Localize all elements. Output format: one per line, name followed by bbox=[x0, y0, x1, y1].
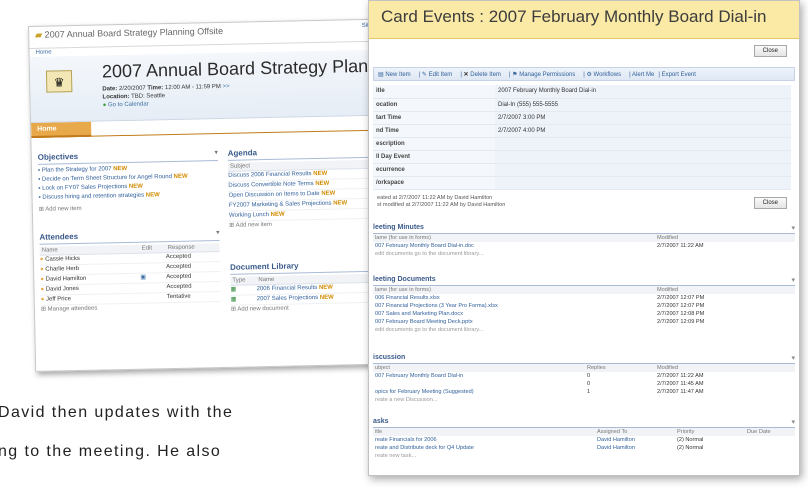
table-row[interactable]: reate Financials for 2006 David Hamilton(… bbox=[373, 436, 795, 444]
table-row[interactable]: 007 February Monthly Board Dial-in 0 2/7/2… bbox=[373, 372, 795, 380]
table-row[interactable]: 007 Sales and Marketing Plan.docx 2/7/200… bbox=[373, 310, 795, 318]
collapse-icon[interactable]: ▾ bbox=[791, 276, 795, 284]
modified-line: st modified at 2/7/2007 11:22 AM by Davi… bbox=[377, 202, 506, 208]
menu-arrow-icon[interactable]: ▾ bbox=[215, 149, 218, 158]
agenda-title: Agenda bbox=[227, 148, 258, 158]
documents-footer-link[interactable]: edit documents go to the document librar… bbox=[373, 326, 655, 334]
event-title: Card Events : 2007 February Monthly Boar… bbox=[369, 1, 799, 39]
calendar-event-screenshot: Card Events : 2007 February Monthly Boar… bbox=[368, 0, 800, 476]
new-item-button[interactable]: ▤ New Item bbox=[378, 72, 415, 78]
table-row[interactable]: 007 Financial Projections (3 Year Pro Fo… bbox=[373, 302, 795, 310]
close-button-bottom[interactable]: Close bbox=[753, 197, 787, 209]
created-line: eated at 2/7/2007 11:22 AM by David Hami… bbox=[377, 195, 493, 201]
go-to-calendar-link[interactable]: Go to Calendar bbox=[108, 101, 149, 108]
event-toolbar: ▤ New Item | ✎ Edit Item | ✕ Delete Item | … bbox=[373, 67, 795, 81]
location-value: TBD: Seattle bbox=[131, 93, 166, 100]
table-row[interactable]: reate and Distribute deck for Q4 Update D… bbox=[373, 444, 795, 452]
excel-icon: ▦ bbox=[230, 296, 237, 303]
tasks-section: asks ▾ itle Assigned To Priority Due Date re… bbox=[373, 418, 795, 460]
meeting-minutes-title: leeting Minutes bbox=[373, 224, 424, 231]
table-row[interactable]: 007 February Monthly Board Dial-in.doc 2/… bbox=[373, 242, 795, 250]
collapse-icon[interactable]: ▾ bbox=[791, 224, 795, 232]
table-row[interactable]: 0 2/7/2007 11:45 AM bbox=[373, 380, 795, 388]
site-logo-icon: ▰ bbox=[35, 29, 43, 40]
time-value: 12:00 AM - 11:59 PM bbox=[164, 83, 221, 92]
field-row: nd Time 2/7/2007 4:00 PM bbox=[373, 124, 791, 138]
document-library-title: Document Library bbox=[230, 261, 299, 272]
calendar-icon: ● bbox=[102, 102, 107, 109]
location-label: Location: bbox=[102, 93, 130, 101]
topbar-title: 2007 Annual Board Strategy Planning Offs… bbox=[44, 25, 224, 40]
edit-item-button[interactable]: ✎ Edit Item bbox=[422, 72, 456, 78]
add-new-objective-link[interactable]: ⊞ Add new item bbox=[39, 202, 219, 215]
table-row[interactable]: 006 Financial Results.xlsx 2/7/2007 12:07… bbox=[373, 294, 795, 302]
field-row: escription bbox=[373, 137, 791, 151]
collapse-icon[interactable]: ▾ bbox=[791, 354, 795, 362]
discussion-footer-link[interactable]: reate a new Discussion... bbox=[373, 396, 585, 404]
excel-icon: ▦ bbox=[230, 286, 237, 293]
close-button-top[interactable]: Close bbox=[753, 45, 787, 57]
field-row: ocation Dial-In (555) 555-5555 bbox=[373, 98, 791, 112]
meeting-meta: Date: 2/20/2007 Time: 12:00 AM - 11:59 P… bbox=[102, 83, 230, 110]
workspace-header: ♛ 2007 Annual Board Strategy Planning Of… bbox=[29, 49, 407, 123]
meeting-documents-title: leeting Documents bbox=[373, 276, 436, 283]
discussion-title: iscussion bbox=[373, 354, 406, 361]
attendees-title: Attendees bbox=[39, 231, 79, 242]
delete-item-button[interactable]: ✕ Delete Item bbox=[464, 72, 505, 78]
meeting-workspace-screenshot: ▰ 2007 Annual Board Strategy Planning Of… bbox=[28, 18, 408, 372]
meeting-documents-section: leeting Documents ▾ lame (for use in form… bbox=[373, 276, 795, 334]
attendees-webpart: Attendees ▾ Name Edit Response ● Cassie H… bbox=[39, 229, 221, 315]
event-fields: itle 2007 February Monthly Board Dial-in … bbox=[373, 85, 791, 190]
time-label: Time: bbox=[147, 85, 164, 92]
tasks-title: asks bbox=[373, 418, 389, 425]
table-row[interactable]: opics for February Meeting (Suggested) 1 2… bbox=[373, 388, 795, 396]
field-row: ll Day Event bbox=[373, 150, 791, 164]
workspace-logo-icon: ♛ bbox=[45, 70, 73, 93]
tasks-footer-link[interactable]: reate new task... bbox=[373, 452, 595, 460]
audit-info: eated at 2/7/2007 11:22 AM by David Hami… bbox=[377, 195, 505, 209]
field-row: ecurrence bbox=[373, 163, 791, 177]
menu-arrow-icon[interactable]: ▾ bbox=[216, 229, 219, 238]
date-label: Date: bbox=[102, 86, 118, 93]
field-row: /orkspace bbox=[373, 176, 791, 190]
body-text-line-1: David then updates with the bbox=[0, 404, 234, 421]
field-row: tart Time 2/7/2007 3:00 PM bbox=[373, 111, 791, 125]
workspace-title: 2007 Annual Board Strategy Planning Offs bbox=[101, 54, 408, 82]
field-row: itle 2007 February Monthly Board Dial-in bbox=[373, 85, 791, 99]
date-value: 2/20/2007 bbox=[118, 85, 146, 93]
objectives-webpart: Objectives ▾ ▪ Plan the Strategy for 2007… bbox=[37, 149, 219, 215]
alert-me-button[interactable]: Alert Me bbox=[632, 72, 654, 78]
meeting-minutes-section: leeting Minutes ▾ lame (for use in forms)… bbox=[373, 224, 795, 258]
edit-icon: ▣ bbox=[140, 274, 147, 281]
body-text-line-2: ng to the meeting. He also bbox=[0, 443, 222, 460]
table-row[interactable]: 007 February Board Meeting Deck.pptx 2/7/… bbox=[373, 318, 795, 326]
collapse-icon[interactable]: ▾ bbox=[791, 418, 795, 426]
export-event-button[interactable]: Export Event bbox=[662, 72, 696, 78]
manage-permissions-button[interactable]: ⚑ Manage Permissions bbox=[512, 72, 579, 78]
discussion-section: iscussion ▾ ubject Replies Modified 007 Feb… bbox=[373, 354, 795, 404]
time-more-link[interactable]: >> bbox=[222, 84, 229, 90]
workflows-button[interactable]: ⚙ Workflows bbox=[586, 72, 625, 78]
minutes-footer-link[interactable]: edit documents go to the document librar… bbox=[373, 250, 655, 258]
objectives-title: Objectives bbox=[37, 151, 79, 162]
